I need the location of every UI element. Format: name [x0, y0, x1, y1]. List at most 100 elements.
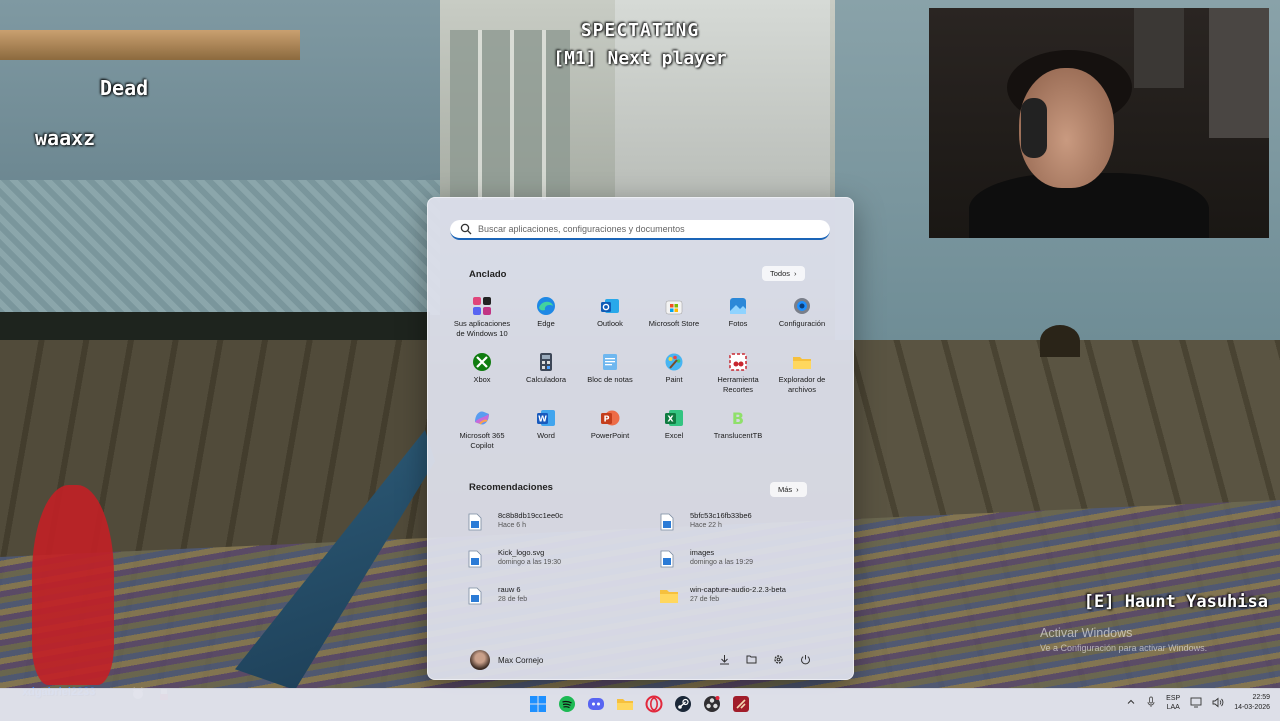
recommended-item[interactable]: 8c8b8db19cc1ee0c Hace 6 h — [468, 511, 660, 548]
pinned-app-powerpoint[interactable]: P PowerPoint — [578, 408, 642, 464]
pinned-app-settings[interactable]: Configuración — [770, 296, 834, 352]
chevron-up-icon[interactable] — [1126, 697, 1136, 709]
pinned-app-photos[interactable]: Fotos — [706, 296, 770, 352]
pinned-app-windows10-apps[interactable]: Sus aplicaciones de Windows 10 — [450, 296, 514, 352]
paint-icon — [664, 352, 684, 372]
clock[interactable]: 22:59 14-03-2026 — [1234, 693, 1270, 713]
calculator-icon — [536, 352, 556, 372]
excel-icon: X — [664, 408, 684, 428]
app-label: Xbox — [473, 375, 491, 384]
recommended-name: rauw 6 — [498, 585, 521, 594]
webcam-overlay — [929, 8, 1269, 238]
pinned-app-calculator[interactable]: Calculadora — [514, 352, 578, 408]
pinned-app-edge[interactable]: Edge — [514, 296, 578, 352]
pinned-app-file-explorer[interactable]: Explorador de archivos — [770, 352, 834, 408]
chevron-right-icon: › — [794, 269, 797, 278]
pinned-app-excel[interactable]: X Excel — [642, 408, 706, 464]
app-label: PowerPoint — [590, 431, 630, 440]
store-icon — [664, 296, 684, 316]
app-label: Paint — [665, 375, 683, 384]
powerpoint-icon: P — [600, 408, 620, 428]
recommended-name: Kick_logo.svg — [498, 548, 545, 557]
pinned-apps-grid: Sus aplicaciones de Windows 10 Edge Outl… — [450, 296, 834, 464]
recommended-item[interactable]: images domingo a las 19:29 — [660, 548, 838, 585]
recommended-list: 8c8b8db19cc1ee0c Hace 6 h 5bfc53c16fb33be… — [468, 511, 838, 622]
notepad-icon — [600, 352, 620, 372]
folder-icon[interactable] — [746, 652, 757, 664]
app-label: Bloc de notas — [587, 375, 633, 384]
snipping-tool-icon — [728, 352, 748, 372]
settings-icon — [792, 296, 812, 316]
recommended-item[interactable]: win-capture-audio-2.2.3-beta 27 de feb — [660, 585, 838, 622]
language-code: ESP — [1166, 695, 1181, 702]
app-label: Fotos — [728, 319, 748, 328]
recommended-name: images — [690, 548, 715, 557]
pinned-title: Anclado — [469, 269, 507, 280]
player-status: Dead — [100, 76, 149, 100]
activate-subtitle: Ve a Configuración para activar Windows. — [1040, 643, 1208, 653]
recommended-item[interactable]: Kick_logo.svg domingo a las 19:30 — [468, 548, 660, 585]
user-account-button[interactable]: Max Cornejo — [470, 650, 543, 670]
microphone-icon[interactable] — [1146, 696, 1156, 710]
taskbar-apps — [528, 694, 751, 714]
recommended-title: Recomendaciones — [469, 482, 553, 493]
language-indicator[interactable]: ESP LAA — [1166, 694, 1180, 712]
search-input[interactable] — [478, 224, 830, 234]
app-label: Word — [537, 431, 555, 440]
speaker-icon[interactable] — [1212, 697, 1224, 710]
app-label: Microsoft 365 Copilot — [459, 431, 505, 450]
all-apps-button[interactable]: Todos › — [762, 266, 805, 281]
file-explorer-icon[interactable] — [615, 694, 635, 714]
system-tray: ESP LAA 22:59 14-03-2026 — [1126, 693, 1270, 713]
svg-text:P: P — [604, 415, 610, 424]
monitor-icon[interactable] — [1190, 697, 1202, 710]
scene-bookshelf — [0, 30, 300, 60]
edge-icon — [536, 296, 556, 316]
recommended-name: 8c8b8db19cc1ee0c — [498, 511, 564, 520]
headphones-icon — [1021, 98, 1047, 158]
recommended-item[interactable]: rauw 6 28 de feb — [468, 585, 660, 622]
pinned-app-translucenttb[interactable]: B TranslucentTB — [706, 408, 770, 464]
power-icon[interactable] — [800, 652, 811, 665]
svg-text:W: W — [538, 415, 547, 424]
download-icon[interactable] — [719, 652, 730, 665]
windows-start-icon[interactable] — [528, 694, 548, 714]
discord-icon[interactable] — [586, 694, 606, 714]
language-region: LAA — [1166, 704, 1180, 711]
pinned-app-snipping-tool[interactable]: Herramienta Recortes — [706, 352, 770, 408]
recommended-name: 5bfc53c16fb33be6 — [690, 511, 752, 520]
recommended-item[interactable]: 5bfc53c16fb33be6 Hace 22 h — [660, 511, 838, 548]
recommended-time: Hace 22 h — [690, 522, 722, 529]
taskbar: ESP LAA 22:59 14-03-2026 — [0, 688, 1280, 721]
app-label: TranslucentTB — [713, 431, 763, 440]
pinned-app-paint[interactable]: Paint — [642, 352, 706, 408]
app-label: Sus aplicaciones de Windows 10 — [453, 319, 511, 338]
app-label: Outlook — [597, 319, 623, 328]
start-search-box[interactable] — [450, 220, 830, 240]
recommended-time: 27 de feb — [690, 596, 720, 603]
gear-icon[interactable] — [773, 652, 784, 664]
steam-icon[interactable] — [673, 694, 693, 714]
more-button[interactable]: Más › — [770, 482, 807, 497]
pinned-app-word[interactable]: W Word — [514, 408, 578, 464]
clock-time: 22:59 — [1252, 694, 1270, 701]
scene-bed-frame — [0, 312, 430, 342]
pinned-app-store[interactable]: Microsoft Store — [642, 296, 706, 352]
next-player-hint: [M1] Next player — [553, 48, 727, 69]
search-icon — [460, 223, 472, 235]
more-label: Más — [778, 485, 793, 494]
outlook-icon — [600, 296, 620, 316]
webcam-poster — [1134, 8, 1184, 88]
obs-icon[interactable] — [702, 694, 722, 714]
pinned-app-m365-copilot[interactable]: Microsoft 365 Copilot — [450, 408, 514, 464]
recommended-time: 28 de feb — [498, 596, 528, 603]
pinned-app-notepad[interactable]: Bloc de notas — [578, 352, 642, 408]
spotify-icon[interactable] — [557, 694, 577, 714]
all-apps-label: Todos — [770, 269, 791, 278]
word-icon: W — [536, 408, 556, 428]
pinned-app-outlook[interactable]: Outlook — [578, 296, 642, 352]
pinned-app-xbox[interactable]: Xbox — [450, 352, 514, 408]
app-label: Calculadora — [525, 375, 567, 384]
game-app-icon[interactable] — [731, 694, 751, 714]
opera-icon[interactable] — [644, 694, 664, 714]
